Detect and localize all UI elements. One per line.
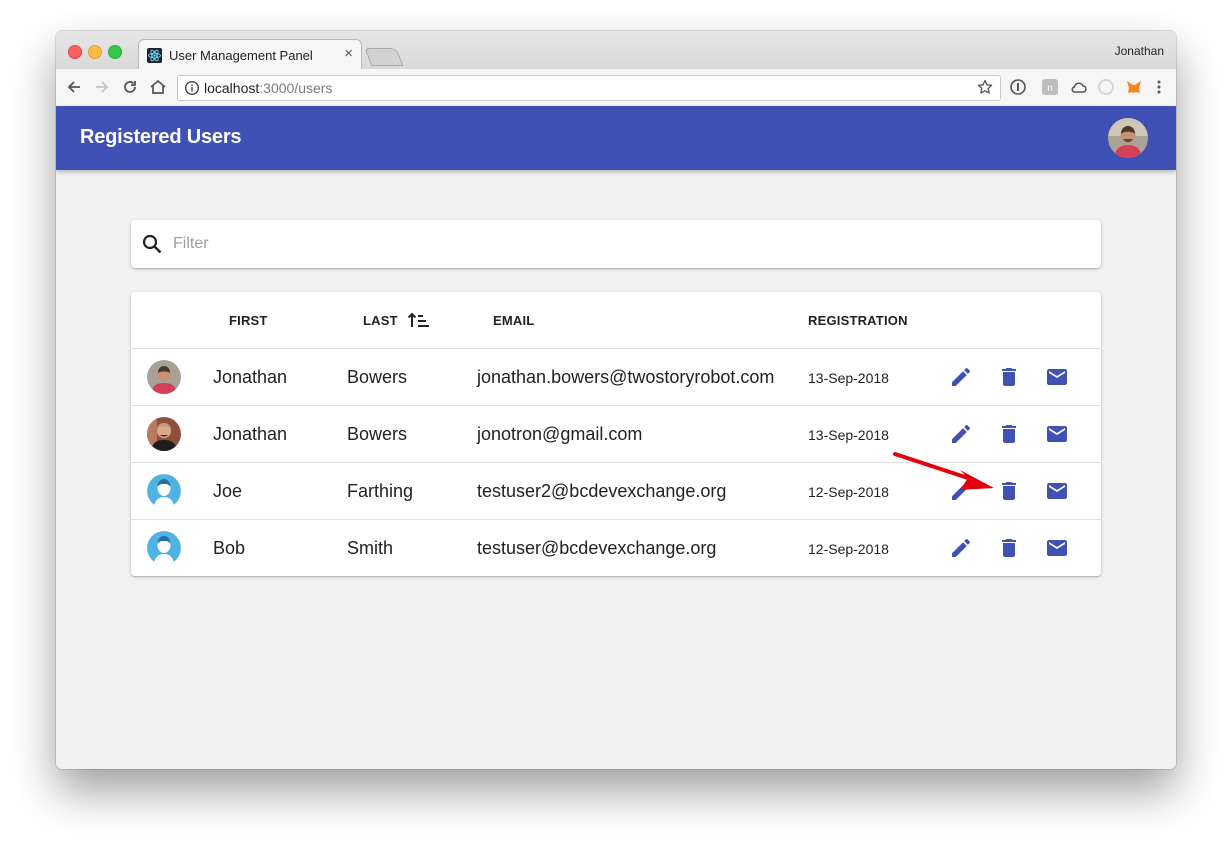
- email-envelope-icon[interactable]: [1045, 365, 1069, 389]
- cell-registration: 12-Sep-2018: [808, 484, 889, 500]
- cell-last: Bowers: [347, 424, 408, 444]
- more-menu-icon[interactable]: [1150, 78, 1168, 96]
- tab-title: User Management Panel: [169, 48, 313, 63]
- delete-trash-icon[interactable]: [997, 422, 1021, 446]
- search-icon: [141, 233, 163, 260]
- table-header: FIRST LAST EMAIL REGISTRATION: [131, 292, 1101, 349]
- cloud-extension-icon[interactable]: [1069, 78, 1087, 96]
- browser-tab[interactable]: User Management Panel ×: [138, 39, 362, 70]
- cell-last: Bowers: [347, 367, 408, 387]
- cell-email: testuser2@bcdevexchange.org: [477, 481, 727, 501]
- info-icon[interactable]: [184, 80, 200, 101]
- table-row: Jonathan Bowers jonathan.bowers@twostory…: [131, 349, 1101, 406]
- new-tab-button[interactable]: [364, 48, 404, 66]
- window-minimize-button[interactable]: [88, 45, 102, 59]
- tab-close-icon[interactable]: ×: [344, 46, 353, 62]
- url-text: localhost:3000/users: [204, 80, 332, 96]
- profile-name[interactable]: Jonathan: [1115, 44, 1164, 58]
- cell-first: Joe: [213, 481, 243, 501]
- cell-first: Bob: [213, 538, 246, 558]
- filter-input[interactable]: [171, 230, 1075, 258]
- cell-last: Smith: [347, 538, 394, 558]
- user-avatar[interactable]: [1108, 118, 1148, 158]
- filter-box: [131, 220, 1101, 268]
- avatar: [147, 474, 181, 508]
- forward-arrow-icon[interactable]: [92, 77, 112, 97]
- url-path: :3000/users: [259, 80, 333, 96]
- onepassword-extension-icon[interactable]: [1009, 78, 1027, 96]
- edit-pencil-icon[interactable]: [949, 536, 973, 560]
- edit-pencil-icon[interactable]: [949, 422, 973, 446]
- users-table: FIRST LAST EMAIL REGISTRATION Jonathan B…: [131, 292, 1101, 576]
- window-maximize-button[interactable]: [108, 45, 122, 59]
- column-header-email[interactable]: EMAIL: [493, 313, 534, 328]
- cell-first: Jonathan: [213, 424, 288, 444]
- delete-trash-icon[interactable]: [997, 536, 1021, 560]
- avatar: [147, 531, 181, 565]
- cell-email: testuser@bcdevexchange.org: [477, 538, 717, 558]
- circle-extension-icon[interactable]: [1097, 78, 1115, 96]
- window-close-button[interactable]: [68, 45, 82, 59]
- back-arrow-icon[interactable]: [64, 77, 84, 97]
- annotation-arrow-icon: [890, 450, 1000, 505]
- email-envelope-icon[interactable]: [1045, 479, 1069, 503]
- cell-email: jonotron@gmail.com: [477, 424, 643, 444]
- cell-registration: 13-Sep-2018: [808, 370, 889, 386]
- column-header-registration[interactable]: REGISTRATION: [808, 313, 908, 328]
- url-host: localhost: [204, 80, 260, 96]
- email-envelope-icon[interactable]: [1045, 422, 1069, 446]
- address-bar[interactable]: localhost:3000/users: [177, 75, 1001, 101]
- browser-window: User Management Panel × Jonathan localho…: [56, 31, 1176, 769]
- extension-badge-icon[interactable]: n: [1041, 78, 1059, 96]
- title-bar: User Management Panel × Jonathan: [56, 31, 1176, 70]
- cell-registration: 13-Sep-2018: [808, 427, 889, 443]
- edit-pencil-icon[interactable]: [949, 365, 973, 389]
- page-title: Registered Users: [80, 126, 242, 148]
- cell-email: jonathan.bowers@twostoryrobot.com: [477, 367, 775, 387]
- avatar: [147, 417, 181, 451]
- metamask-fox-icon[interactable]: [1125, 78, 1143, 96]
- avatar: [147, 360, 181, 394]
- delete-trash-icon[interactable]: [997, 479, 1021, 503]
- cell-registration: 12-Sep-2018: [808, 541, 889, 557]
- sort-ascending-icon[interactable]: [407, 311, 429, 334]
- browser-toolbar: localhost:3000/users n: [56, 69, 1176, 107]
- reload-icon[interactable]: [120, 77, 140, 97]
- app-bar: Registered Users: [56, 106, 1176, 170]
- table-row: Bob Smith testuser@bcdevexchange.org 12-…: [131, 520, 1101, 576]
- column-header-last[interactable]: LAST: [363, 313, 398, 328]
- delete-trash-icon[interactable]: [997, 365, 1021, 389]
- column-header-first[interactable]: FIRST: [229, 313, 268, 328]
- home-icon[interactable]: [148, 77, 168, 97]
- react-icon: [147, 48, 162, 63]
- bookmark-star-icon[interactable]: [976, 78, 994, 101]
- email-envelope-icon[interactable]: [1045, 536, 1069, 560]
- cell-first: Jonathan: [213, 367, 288, 387]
- svg-text:n: n: [1047, 83, 1053, 94]
- cell-last: Farthing: [347, 481, 414, 501]
